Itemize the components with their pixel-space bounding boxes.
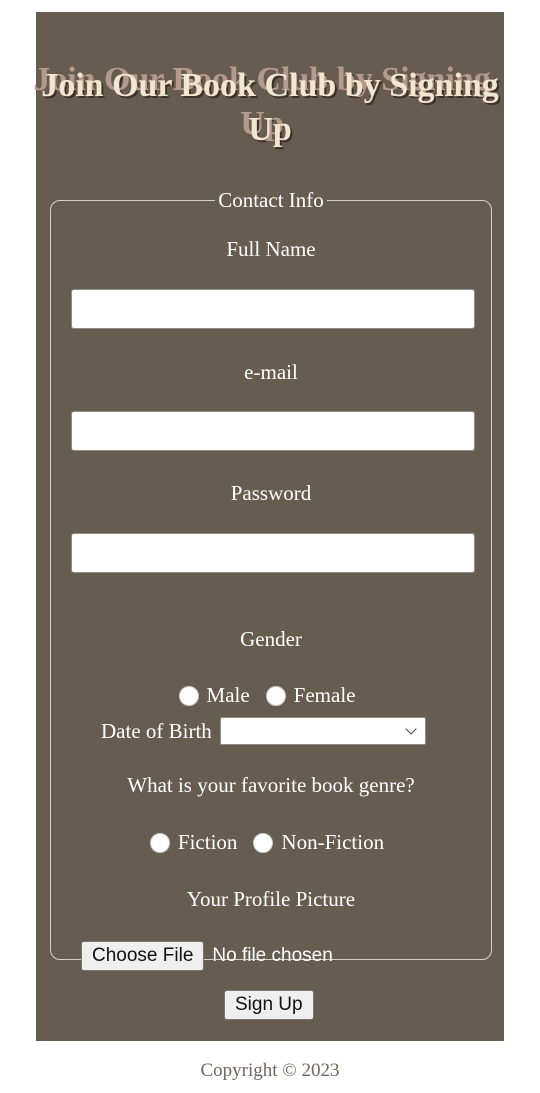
- full-name-input[interactable]: [71, 289, 475, 329]
- gender-male-radio[interactable]: [178, 685, 199, 706]
- profile-file-input: Choose File No file chosen: [81, 941, 333, 971]
- page-title: Join Our Book Club by Signing Up: [41, 67, 499, 148]
- dob-label: Date of Birth: [101, 718, 212, 743]
- password-label: Password: [230, 481, 312, 505]
- chevron-down-icon: [405, 723, 417, 735]
- dob-row: Date of Birth: [101, 717, 426, 745]
- gender-options: Male Female: [51, 683, 491, 708]
- page-header: Join Our Book Club by Signing Up: [36, 64, 504, 152]
- email-input[interactable]: [71, 411, 475, 451]
- choose-file-button[interactable]: Choose File: [81, 941, 205, 971]
- gender-female-radio[interactable]: [265, 685, 286, 706]
- contact-info-legend: Contact Info: [218, 188, 324, 212]
- gender-male-label: Male: [206, 683, 250, 707]
- genre-fiction-radio[interactable]: [149, 832, 170, 853]
- gender-female-label: Female: [293, 683, 356, 707]
- genre-options: Fiction Non-Fiction: [51, 830, 491, 855]
- genre-nonfiction-radio[interactable]: [253, 832, 274, 853]
- copyright-footer: Copyright © 2023: [200, 1060, 340, 1081]
- email-label: e-mail: [244, 360, 298, 384]
- full-name-label: Full Name: [226, 237, 316, 261]
- password-input[interactable]: [71, 533, 475, 573]
- signup-panel: Join Our Book Club by Signing Up Contact…: [36, 12, 504, 1041]
- file-status-text: No file chosen: [212, 945, 333, 966]
- genre-fiction-label: Fiction: [177, 830, 238, 854]
- sign-up-button[interactable]: Sign Up: [224, 990, 314, 1020]
- dob-select[interactable]: [219, 717, 426, 745]
- genre-nonfiction-label: Non-Fiction: [281, 830, 385, 854]
- profile-picture-label: Your Profile Picture: [186, 887, 356, 911]
- genre-question: What is your favorite book genre?: [127, 773, 415, 797]
- contact-info-fieldset: Contact Info Full Name e-mail Password G…: [50, 188, 492, 971]
- gender-label: Gender: [240, 627, 302, 651]
